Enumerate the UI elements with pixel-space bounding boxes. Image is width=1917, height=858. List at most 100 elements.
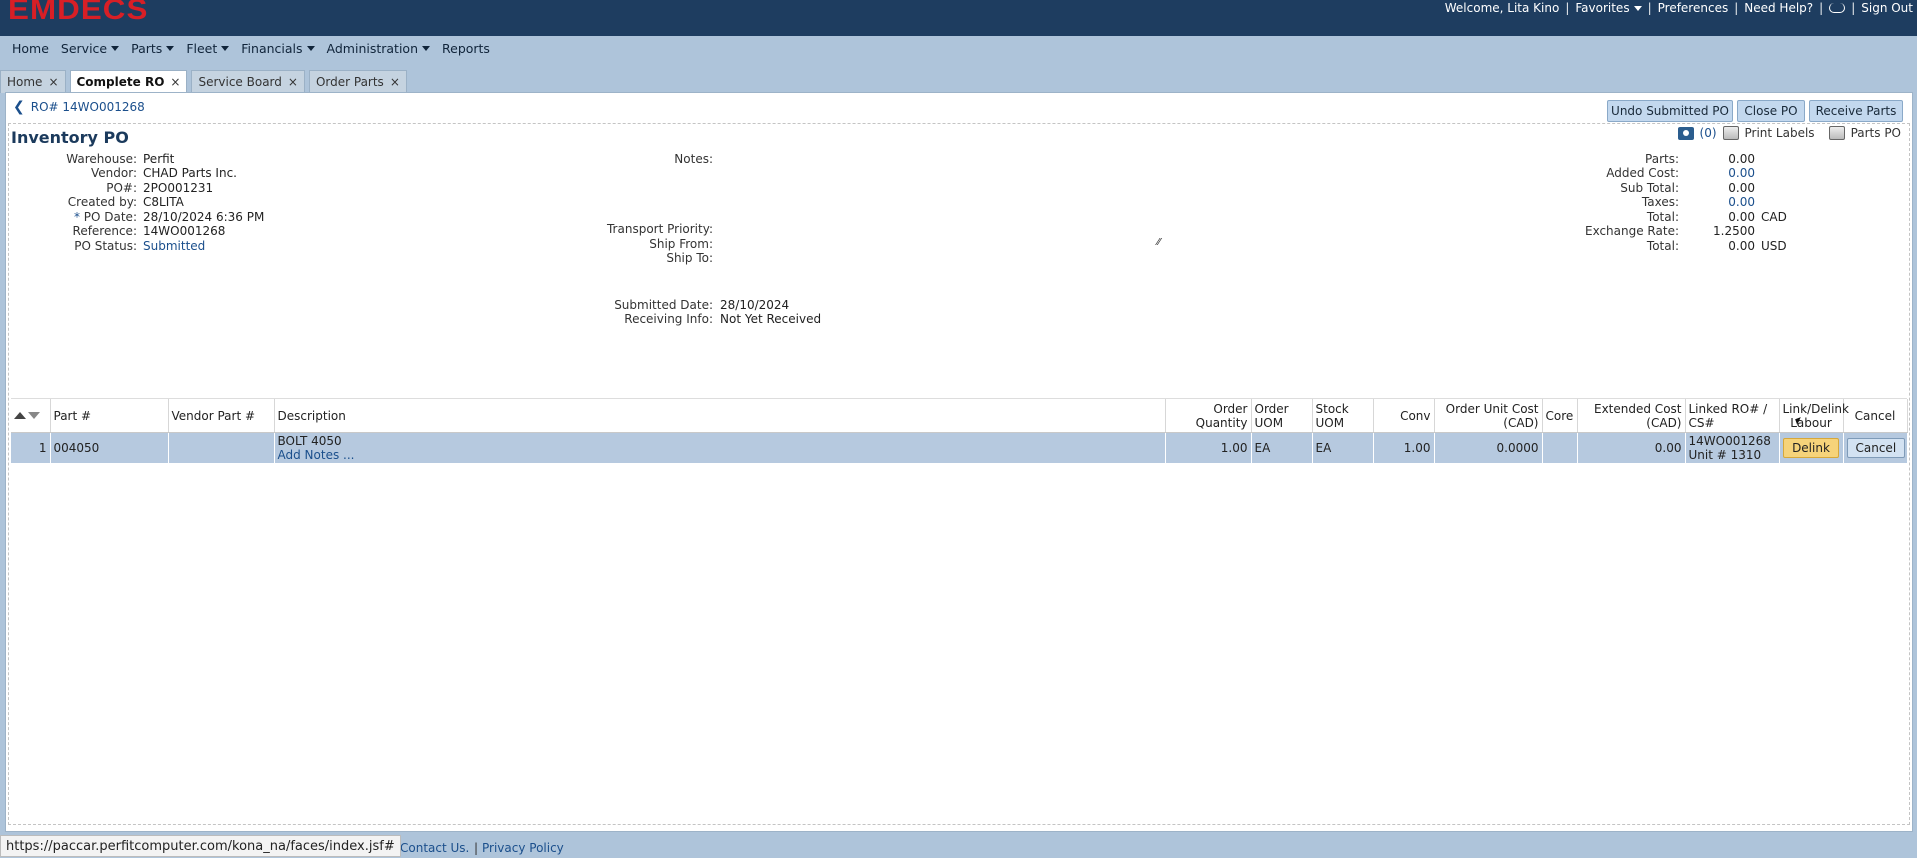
menu-financials[interactable]: Financials	[235, 41, 320, 56]
menu-parts[interactable]: Parts	[125, 41, 180, 56]
chevron-down-icon	[111, 45, 120, 51]
col-part[interactable]: Part #	[50, 399, 169, 433]
cell-description: BOLT 4050 Add Notes ...	[274, 432, 1166, 463]
col-order-quantity[interactable]: Order Quantity	[1165, 399, 1252, 433]
cancel-row-button[interactable]: Cancel	[1846, 438, 1906, 458]
print-labels-link[interactable]: Print Labels	[1745, 126, 1815, 140]
menu-reports[interactable]: Reports	[436, 41, 496, 56]
sort-column[interactable]	[11, 399, 51, 433]
tab-home[interactable]: Home ×	[0, 70, 66, 93]
close-icon[interactable]: ×	[390, 75, 400, 89]
chevron-down-icon	[166, 45, 175, 51]
col-vendor-part[interactable]: Vendor Part #	[168, 399, 275, 433]
back-arrow-icon[interactable]: ❮	[13, 99, 25, 115]
content-area: ❮ RO# 14WO001268 Undo Submitted PO Close…	[5, 92, 1913, 832]
col-description[interactable]: Description	[274, 399, 1166, 433]
printer-icon[interactable]	[1722, 126, 1739, 140]
parts-table: Part # Vendor Part # Description Order Qu…	[11, 399, 1908, 463]
row-number: 1	[11, 432, 51, 463]
notes-label: Notes:	[674, 152, 713, 166]
cell-part: 004050	[50, 432, 169, 463]
preferences-link[interactable]: Preferences	[1658, 1, 1729, 15]
parts-po-link[interactable]: Parts PO	[1851, 126, 1901, 140]
contact-link[interactable]: Contact Us.	[400, 841, 469, 855]
tab-complete-ro[interactable]: Complete RO ×	[69, 70, 188, 93]
sign-out-link[interactable]: Sign Out	[1861, 1, 1913, 15]
close-icon[interactable]: ×	[288, 75, 298, 89]
cell-extended-cost: 0.00	[1577, 432, 1686, 463]
table-header: Part # Vendor Part # Description Order Qu…	[11, 399, 1908, 433]
resize-handle-icon[interactable]: ⁄⁄	[1157, 237, 1167, 248]
col-core[interactable]: Core	[1542, 399, 1578, 433]
chevron-down-icon	[1633, 6, 1642, 11]
tab-service-board[interactable]: Service Board ×	[191, 70, 305, 93]
cell-core	[1542, 432, 1578, 463]
chevron-down-icon	[221, 45, 230, 51]
close-icon[interactable]: ×	[48, 75, 58, 89]
col-linked-ro[interactable]: Linked RO# / CS#	[1685, 399, 1780, 433]
receive-parts-button[interactable]: Receive Parts	[1809, 100, 1903, 122]
total-parts: Parts: 0.00	[1645, 152, 1755, 166]
total-cad: Total: 0.00 CAD	[1646, 210, 1787, 224]
col-order-uom[interactable]: Order UOM	[1251, 399, 1313, 433]
add-notes-link[interactable]: Add Notes ...	[278, 448, 355, 462]
col-extended-cost[interactable]: Extended Cost (CAD)	[1577, 399, 1686, 433]
col-conv[interactable]: Conv	[1373, 399, 1435, 433]
top-bar: EMDECS Welcome, Lita Kino | Favorites | …	[0, 0, 1917, 36]
total-taxes: Taxes: 0.00	[1641, 195, 1755, 209]
cell-order-uom: EA	[1251, 432, 1313, 463]
table-row[interactable]: 1 004050 BOLT 4050 Add Notes ... 1.00 EA …	[11, 432, 1908, 463]
status-bar-url: https://paccar.perfitcomputer.com/kona_n…	[0, 835, 401, 857]
notification-icon[interactable]	[1829, 3, 1846, 13]
close-po-button[interactable]: Close PO	[1737, 100, 1805, 122]
favorites-menu[interactable]: Favorites	[1575, 1, 1642, 15]
menu-home[interactable]: Home	[6, 41, 55, 56]
top-right-links: Welcome, Lita Kino | Favorites | Prefere…	[1444, 1, 1913, 15]
printer-icon[interactable]	[1828, 126, 1845, 140]
inventory-po-panel: Inventory PO (0) Print Labels Parts PO W…	[8, 123, 1910, 825]
parts-grid: Part # Vendor Part # Description Order Qu…	[11, 398, 1908, 779]
transport-priority-label: Transport Priority:	[606, 222, 713, 236]
chevron-down-icon	[422, 45, 430, 51]
total-sub-total: Sub Total: 0.00	[1620, 181, 1755, 195]
field-warehouse: Warehouse: Perfit	[66, 152, 175, 166]
cell-order-quantity: 1.00	[1165, 432, 1252, 463]
col-stock-uom[interactable]: Stock UOM	[1312, 399, 1374, 433]
cell-delink: Delink	[1779, 432, 1844, 463]
col-order-unit-cost[interactable]: Order Unit Cost (CAD)	[1434, 399, 1543, 433]
field-submitted-date: Submitted Date: 28/10/2024	[614, 298, 790, 312]
breadcrumb[interactable]: ❮ RO# 14WO001268	[13, 99, 145, 115]
total-added-cost: Added Cost: 0.00	[1606, 166, 1755, 180]
col-link-delink[interactable]: Link/Delink Labour	[1779, 399, 1849, 433]
undo-submitted-po-button[interactable]: Undo Submitted PO	[1607, 100, 1733, 122]
welcome-text: Welcome, Lita Kino	[1444, 1, 1560, 15]
panel-title: Inventory PO	[11, 128, 129, 147]
menu-service[interactable]: Service	[55, 41, 125, 56]
cell-vendor-part	[168, 432, 275, 463]
ship-to-label: Ship To:	[666, 251, 713, 265]
chevron-down-icon	[306, 45, 315, 51]
photo-count[interactable]: (0)	[1700, 126, 1717, 140]
help-link[interactable]: Need Help?	[1744, 1, 1813, 15]
menu-fleet[interactable]: Fleet	[180, 41, 235, 56]
tab-strip: Home × Complete RO × Service Board × Order …	[0, 70, 411, 93]
main-menu: Home Service Parts Fleet Financials Admi…	[0, 36, 1917, 60]
sort-up-icon[interactable]	[14, 412, 26, 419]
close-icon[interactable]: ×	[170, 75, 180, 89]
field-reference: Reference: 14WO001268	[72, 224, 226, 238]
field-created-by: Created by: C8LITA	[67, 195, 184, 209]
col-cancel[interactable]: Cancel	[1843, 399, 1908, 433]
menu-administration[interactable]: Administration	[321, 41, 436, 56]
ship-from-label: Ship From:	[649, 237, 713, 251]
camera-icon[interactable]	[1677, 126, 1694, 140]
tab-order-parts[interactable]: Order Parts ×	[308, 70, 407, 93]
panel-tools: (0) Print Labels Parts PO	[1677, 126, 1901, 140]
total-usd: Total: 0.00 USD	[1646, 239, 1787, 253]
sort-down-icon[interactable]	[28, 412, 40, 419]
exchange-rate: Exchange Rate: 1.2500	[1584, 224, 1755, 238]
cell-linked-ro: 14WO001268 Unit # 1310	[1685, 432, 1780, 463]
privacy-link[interactable]: Privacy Policy	[482, 841, 564, 855]
cell-stock-uom: EA	[1312, 432, 1374, 463]
field-po-date: * PO Date: 28/10/2024 6:36 PM	[73, 210, 265, 224]
delink-button[interactable]: Delink	[1783, 438, 1839, 458]
